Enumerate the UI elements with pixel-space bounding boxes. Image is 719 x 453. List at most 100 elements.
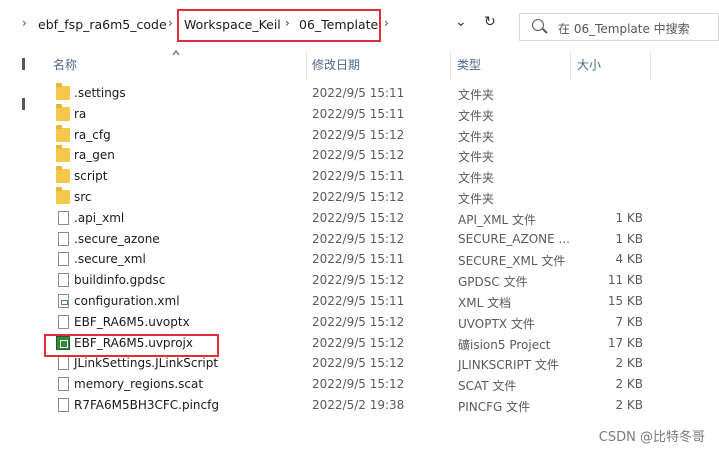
file-type: UVOPTX 文件 [458,316,535,331]
file-icon [58,377,69,392]
file-name: .settings [74,86,126,100]
file-type: 文件夹 [458,192,495,206]
folder-icon [56,187,70,204]
breadcrumb-chevron-icon[interactable]: › [384,16,389,30]
file-name: ra_cfg [74,127,111,142]
file-date: 2022/9/5 15:11 [312,252,405,267]
breadcrumb-item[interactable]: ebf_fsp_ra6m5_code [38,17,167,32]
file-type: API_XML 文件 [458,212,537,227]
file-name: R7FA6M5BH3CFC.pincfg [74,398,219,412]
file-type: JLINKSCRIPT 文件 [458,358,559,373]
file-row[interactable]: ra_cfg 2022/9/5 15:12 文件夹 [40,124,660,146]
refresh-icon[interactable]: ↻ [484,14,496,30]
file-name: .api_xml [74,210,125,225]
file-type: 文件夹 [458,88,495,102]
file-date: 2022/9/5 15:12 [312,190,405,204]
file-date: 2022/9/5 15:12 [312,273,405,288]
file-row[interactable]: ra_gen 2022/9/5 15:12 文件夹 [40,145,660,166]
file-date: 2022/9/5 15:12 [312,210,405,225]
column-divider[interactable] [306,50,307,80]
file-row[interactable]: configuration.xml 2022/9/5 15:11 XML 文档 15 … [40,291,660,312]
breadcrumb-chevron-icon[interactable]: › [22,16,27,30]
file-name: configuration.xml [74,294,180,308]
breadcrumb-chevron-icon[interactable]: › [168,16,173,30]
address-bar: › ebf_fsp_ra6m5_code › Workspace_Keil › … [0,0,719,50]
file-row[interactable]: .secure_azone 2022/9/5 15:12 SECURE_AZONE … [40,229,660,250]
file-row[interactable]: buildinfo.gpdsc 2022/9/5 15:12 GPDSC 文件 11 … [40,270,660,291]
column-divider[interactable] [570,50,571,80]
nav-pane-mark [22,98,25,110]
file-date: 2022/5/2 19:38 [312,398,405,412]
column-size[interactable]: 大小 [577,56,601,73]
file-type: 文件夹 [458,171,495,186]
column-type[interactable]: 类型 [457,56,481,73]
file-type: SECURE_AZONE ... [458,231,570,246]
file-row[interactable]: EBF_RA6M5.uvoptx 2022/9/5 15:12 UVOPTX 文件 7… [40,312,660,333]
file-icon [58,398,69,412]
file-row[interactable]: .settings 2022/9/5 15:11 文件夹 [40,83,660,104]
file-name: .secure_azone [74,231,160,246]
file-size: 1 KB [615,231,643,246]
breadcrumb-item[interactable]: 06_Template [299,17,378,32]
file-size: 15 KB [607,294,643,308]
file-row[interactable]: .api_xml 2022/9/5 15:12 API_XML 文件 1 KB [40,208,660,229]
file-icon [58,231,69,246]
file-size: 11 KB [607,273,643,288]
file-size: 1 KB [615,210,643,225]
file-date: 2022/9/5 15:12 [312,377,405,392]
column-divider[interactable] [650,50,651,80]
file-row[interactable]: .secure_xml 2022/9/5 15:11 SECURE_XML 文件 4 … [40,249,660,270]
watermark: CSDN @比特冬哥 [598,430,705,445]
file-type: 礦ision5 Project [458,337,551,352]
file-size: 2 KB [615,356,643,371]
column-name[interactable]: 名称 [53,56,77,73]
file-icon [58,356,69,371]
file-name: ra [74,106,87,121]
xml-file-icon [58,294,69,308]
column-header: 名称 修改日期 类型 大小 [0,50,719,80]
search-icon [532,19,544,31]
file-date: 2022/9/5 15:11 [312,169,405,184]
breadcrumb-item[interactable]: Workspace_Keil [184,17,281,32]
file-date: 2022/9/5 15:11 [312,294,405,308]
file-name: EBF_RA6M5.uvoptx [74,314,190,329]
file-date: 2022/9/5 15:12 [312,231,405,246]
search-box[interactable]: 在 06_Template 中搜索 [519,13,719,41]
search-input[interactable]: 在 06_Template 中搜索 [558,20,690,37]
file-type: PINCFG 文件 [458,400,531,414]
file-type: GPDSC 文件 [458,275,528,290]
file-name: src [74,190,92,204]
file-size: 4 KB [615,252,643,267]
file-row[interactable]: src 2022/9/5 15:12 文件夹 [40,187,660,208]
file-date: 2022/9/5 15:11 [312,106,405,121]
file-icon [58,314,69,329]
sort-ascending-icon [172,50,180,56]
file-row[interactable]: ra 2022/9/5 15:11 文件夹 [40,103,660,125]
file-name: script [74,169,108,184]
folder-icon [56,124,70,142]
file-type: 文件夹 [458,129,495,144]
file-row[interactable]: script 2022/9/5 15:11 文件夹 [40,166,660,187]
file-type: XML 文档 [458,296,512,310]
file-size: 2 KB [615,377,643,392]
folder-icon [56,166,70,184]
history-dropdown-icon[interactable]: ⌄ [455,14,467,30]
file-highlight [44,334,219,357]
file-type: 文件夹 [458,150,495,165]
file-type: SCAT 文件 [458,379,517,394]
file-date: 2022/9/5 15:11 [312,86,405,100]
file-row[interactable]: R7FA6M5BH3CFC.pincfg 2022/5/2 19:38 PINCFG… [40,395,660,416]
column-divider[interactable] [450,50,451,80]
file-type: 文件夹 [458,108,495,123]
file-size: 17 KB [607,335,643,350]
folder-icon [56,145,70,163]
file-name: buildinfo.gpdsc [74,273,166,288]
column-date[interactable]: 修改日期 [312,56,360,73]
file-date: 2022/9/5 15:12 [312,335,405,350]
breadcrumb-chevron-icon[interactable]: › [285,16,290,30]
file-size: 7 KB [615,314,643,329]
folder-icon [56,83,70,100]
file-type: SECURE_XML 文件 [458,254,566,269]
file-row[interactable]: memory_regions.scat 2022/9/5 15:12 SCAT 文件… [40,374,660,395]
file-icon [58,210,69,225]
